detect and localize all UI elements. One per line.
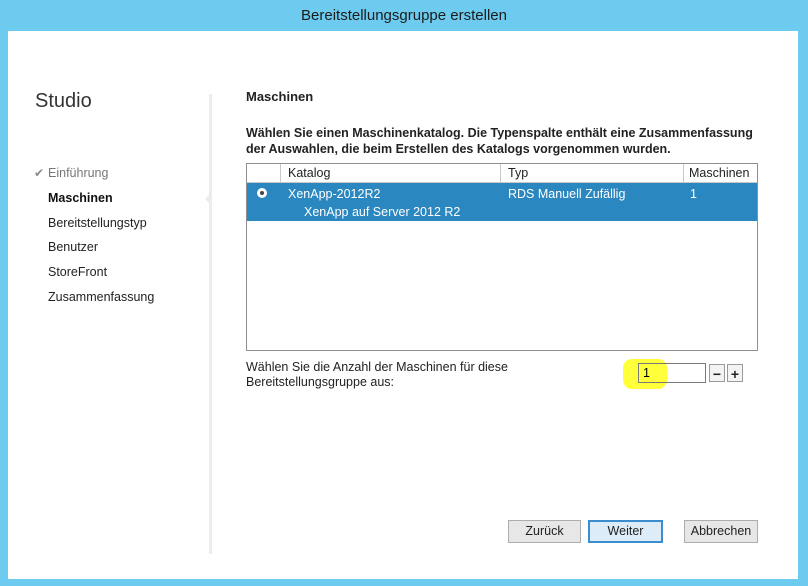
instructions-text: Wählen Sie einen Maschinenkatalog. Die T… xyxy=(246,126,753,156)
sidebar-step-label: Benutzer xyxy=(48,240,99,254)
checkmark-icon: ✔ xyxy=(34,166,45,180)
sidebar-step-zusammenfassung[interactable]: Zusammenfassung xyxy=(48,290,154,304)
table-header: Katalog Typ Maschinen xyxy=(247,164,757,183)
increment-button[interactable]: + xyxy=(727,364,743,382)
sidebar-step-label: Zusammenfassung xyxy=(48,290,155,304)
window-title: Bereitstellungsgruppe erstellen xyxy=(301,7,507,24)
catalog-name: XenApp-2012R2 xyxy=(288,187,381,201)
catalog-table: Katalog Typ Maschinen XenApp-2012R2 XenA… xyxy=(246,163,758,351)
decrement-button[interactable]: − xyxy=(709,364,725,382)
catalog-type: RDS Manuell Zufällig xyxy=(508,187,626,201)
next-button[interactable]: Weiter xyxy=(588,520,663,543)
sidebar-step-bereitstellungstyp[interactable]: Bereitstellungstyp xyxy=(48,216,147,230)
sidebar-step-label: Maschinen xyxy=(48,191,113,205)
sidebar-step-storefront[interactable]: StoreFront xyxy=(48,265,107,279)
main-panel: Maschinen Wählen Sie einen Maschinenkata… xyxy=(246,31,766,579)
cancel-button[interactable]: Abbrechen xyxy=(684,520,758,543)
column-separator xyxy=(683,164,684,182)
column-header-katalog[interactable]: Katalog xyxy=(288,166,330,180)
catalog-description: XenApp auf Server 2012 R2 xyxy=(304,205,461,219)
dialog-window: Studio ✔ Einführung Maschinen Bereitstel… xyxy=(8,31,798,579)
machine-count-label: Wählen Sie die Anzahl der Maschinen für … xyxy=(246,360,508,389)
machine-count-input[interactable] xyxy=(638,363,706,383)
back-button[interactable]: Zurück xyxy=(508,520,581,543)
column-header-maschinen[interactable]: Maschinen xyxy=(689,166,749,180)
catalog-machine-count: 1 xyxy=(690,187,697,201)
sidebar-step-benutzer[interactable]: Benutzer xyxy=(48,240,98,254)
column-separator xyxy=(280,164,281,182)
column-header-typ[interactable]: Typ xyxy=(508,166,528,180)
title-bar: Bereitstellungsgruppe erstellen xyxy=(0,0,808,31)
sidebar: Studio ✔ Einführung Maschinen Bereitstel… xyxy=(8,31,209,579)
window-bottom-border xyxy=(0,579,808,586)
sidebar-step-maschinen[interactable]: Maschinen xyxy=(48,191,113,205)
sidebar-step-label: Einführung xyxy=(48,166,109,180)
app-name: Studio xyxy=(35,90,92,112)
active-step-pointer-icon xyxy=(205,193,211,205)
sidebar-divider xyxy=(209,94,212,554)
row-radio-button[interactable] xyxy=(257,188,267,198)
sidebar-step-einfuehrung[interactable]: ✔ Einführung xyxy=(34,166,109,180)
radio-selected-dot xyxy=(260,191,264,195)
sidebar-step-label: Bereitstellungstyp xyxy=(48,216,147,230)
table-row[interactable]: XenApp-2012R2 XenApp auf Server 2012 R2 … xyxy=(247,183,757,221)
page-title: Maschinen xyxy=(246,89,314,104)
column-separator xyxy=(500,164,501,182)
sidebar-step-label: StoreFront xyxy=(48,265,108,279)
